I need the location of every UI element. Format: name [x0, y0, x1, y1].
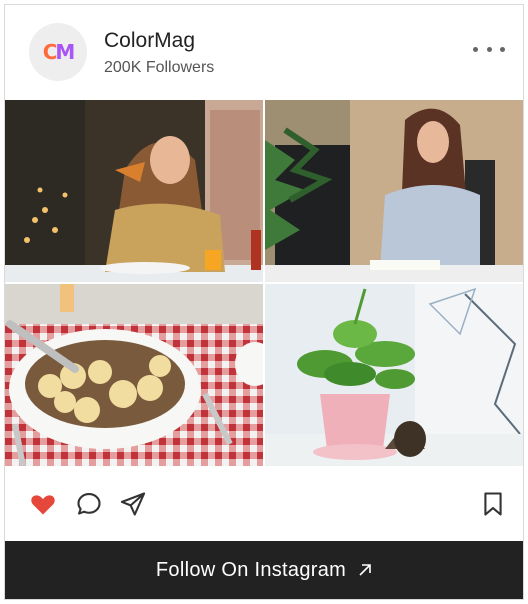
- follow-button-label: Follow On Instagram: [155, 558, 347, 581]
- dot: [500, 46, 505, 52]
- follower-count: 200K Followers: [104, 59, 215, 76]
- comment-icon[interactable]: [75, 490, 103, 518]
- brand-logo-icon: CM: [42, 40, 76, 64]
- more-options-icon[interactable]: [473, 39, 505, 59]
- bookmark-icon[interactable]: [479, 490, 507, 518]
- logo-letter-c: C: [42, 40, 58, 64]
- plant-photo: [265, 284, 523, 466]
- follow-on-instagram-button[interactable]: Follow On Instagram: [5, 541, 523, 599]
- post-actions: [5, 466, 523, 541]
- dot: [473, 46, 478, 52]
- photo-tile-pizza[interactable]: [5, 100, 263, 282]
- cereal-photo: [5, 284, 263, 466]
- heart-icon[interactable]: [29, 490, 57, 518]
- pizza-photo: [5, 100, 263, 282]
- logo-letter-m: M: [55, 40, 75, 64]
- arrow-up-right-icon: [358, 563, 372, 577]
- send-icon[interactable]: [119, 490, 147, 518]
- instagram-widget: CM ColorMag 200K Followers Follow On Ins…: [4, 4, 524, 600]
- dot: [486, 46, 492, 52]
- account-name[interactable]: ColorMag: [104, 29, 195, 53]
- photo-grid: [5, 100, 523, 466]
- photo-tile-plant[interactable]: [265, 284, 523, 466]
- photo-tile-cereal[interactable]: [5, 284, 263, 466]
- study-photo: [265, 100, 523, 282]
- photo-tile-study[interactable]: [265, 100, 523, 282]
- profile-header: CM ColorMag 200K Followers: [5, 5, 523, 100]
- avatar[interactable]: CM: [29, 23, 87, 81]
